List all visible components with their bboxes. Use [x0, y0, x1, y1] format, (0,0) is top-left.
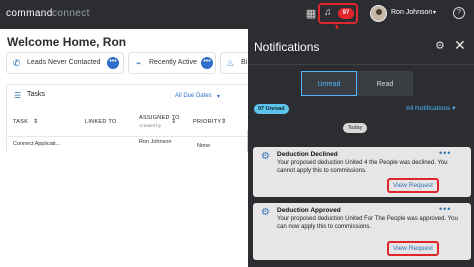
more-icon[interactable]: ••• — [201, 57, 213, 69]
brand-connect[interactable]: connect — [52, 8, 90, 19]
stat-card-leads[interactable]: ✆ Leads Never Contacted ••• — [6, 52, 124, 74]
view-request-button[interactable]: View Request — [387, 178, 439, 193]
column-header-priority[interactable]: PRIORITY — [193, 119, 221, 125]
more-icon[interactable]: ••• — [107, 57, 119, 69]
divider — [248, 64, 474, 65]
stat-label: Leads Never Contacted — [27, 59, 101, 66]
bell-icon: ♫ — [324, 7, 332, 18]
notifications-panel: Notifications ⚙ ✕ Unread Read 97 Unread … — [248, 29, 474, 267]
more-options-icon[interactable]: ••• — [439, 148, 451, 158]
notification-bell-button[interactable]: ♫ 97 — [318, 3, 358, 24]
notification-body: Your proposed deduction United For The P… — [277, 216, 458, 231]
brand-command[interactable]: command — [6, 8, 53, 19]
calendar-icon[interactable]: ▦ — [304, 7, 318, 21]
column-header-task[interactable]: TASK — [13, 119, 28, 125]
column-header-linked[interactable]: LINKED TO — [85, 119, 117, 125]
top-navigation-bar: command connect ▦ ♫ 97 Ron Johnson ▾ ? — [0, 0, 474, 29]
notification-count-badge: 97 — [338, 8, 354, 19]
chevron-down-icon: ▾ — [452, 105, 456, 112]
gear-icon: ⚙ — [261, 207, 270, 218]
tab-unread[interactable]: Unread — [301, 71, 357, 96]
unread-count-badge: 97 Unread — [254, 104, 289, 114]
stat-label: Bi — [241, 59, 248, 66]
more-options-icon[interactable]: ••• — [439, 204, 451, 214]
notification-card[interactable]: ⚙ Deduction Declined ••• Your proposed d… — [253, 147, 471, 197]
view-request-button[interactable]: View Request — [387, 241, 439, 256]
stat-label: Recently Active — [149, 59, 197, 66]
tab-read[interactable]: Read — [357, 71, 413, 96]
sort-icon[interactable]: ⇕ — [221, 118, 226, 125]
notifications-title: Notifications — [254, 40, 320, 54]
notification-card[interactable]: ⚙ Deduction Approved ••• Your proposed d… — [253, 203, 471, 260]
gear-icon[interactable]: ⚙ — [435, 40, 447, 52]
date-group-label: Today — [343, 123, 367, 133]
view-request-label: View Request — [393, 182, 433, 189]
user-name[interactable]: Ron Johnson — [391, 9, 432, 16]
notification-title: Deduction Declined — [277, 151, 338, 158]
notifications-filter-dropdown[interactable]: All Notifications ▾ — [406, 104, 456, 112]
stat-card-recent[interactable]: ⌁ Recently Active ••• — [128, 52, 216, 74]
stat-card-birthdays[interactable]: ♨ Bi — [220, 52, 250, 74]
table-cell-task[interactable]: Connect Applicati... — [13, 141, 60, 147]
filter-label: All Notifications — [406, 105, 451, 112]
close-icon[interactable]: ✕ — [454, 38, 466, 52]
cake-icon: ♨ — [226, 58, 235, 68]
stats-row: ✆ Leads Never Contacted ••• ⌁ Recently A… — [0, 50, 250, 75]
phone-icon: ✆ — [12, 58, 21, 68]
avatar[interactable] — [370, 5, 387, 22]
sort-icon[interactable]: ⇕ — [33, 118, 38, 125]
tasks-title: Tasks — [27, 91, 45, 98]
table-cell-priority: None — [197, 143, 211, 149]
view-request-label: View Request — [393, 245, 433, 252]
activity-icon: ⌁ — [135, 58, 142, 68]
chevron-down-icon[interactable]: ▾ — [433, 9, 436, 16]
table-cell-assigned: Ron Johnson — [139, 139, 172, 145]
chevron-down-icon[interactable]: ▾ — [217, 93, 220, 100]
divider — [7, 136, 251, 137]
sort-icon[interactable]: ⇕ — [171, 118, 176, 125]
gear-icon: ⚙ — [261, 151, 270, 162]
column-subheader-created: Created by — [139, 123, 162, 128]
tasks-panel: ☰ Tasks All Due Dates ▾ TASK ⇕ LINKED TO… — [6, 84, 251, 152]
notification-title: Deduction Approved — [277, 207, 341, 214]
notification-body: Your proposed deduction United 4 the Peo… — [277, 160, 448, 175]
page-title: Welcome Home, Ron — [7, 35, 127, 49]
due-date-filter[interactable]: All Due Dates — [175, 93, 212, 99]
tasks-list-icon: ☰ — [14, 91, 22, 100]
help-icon[interactable]: ? — [453, 7, 465, 19]
